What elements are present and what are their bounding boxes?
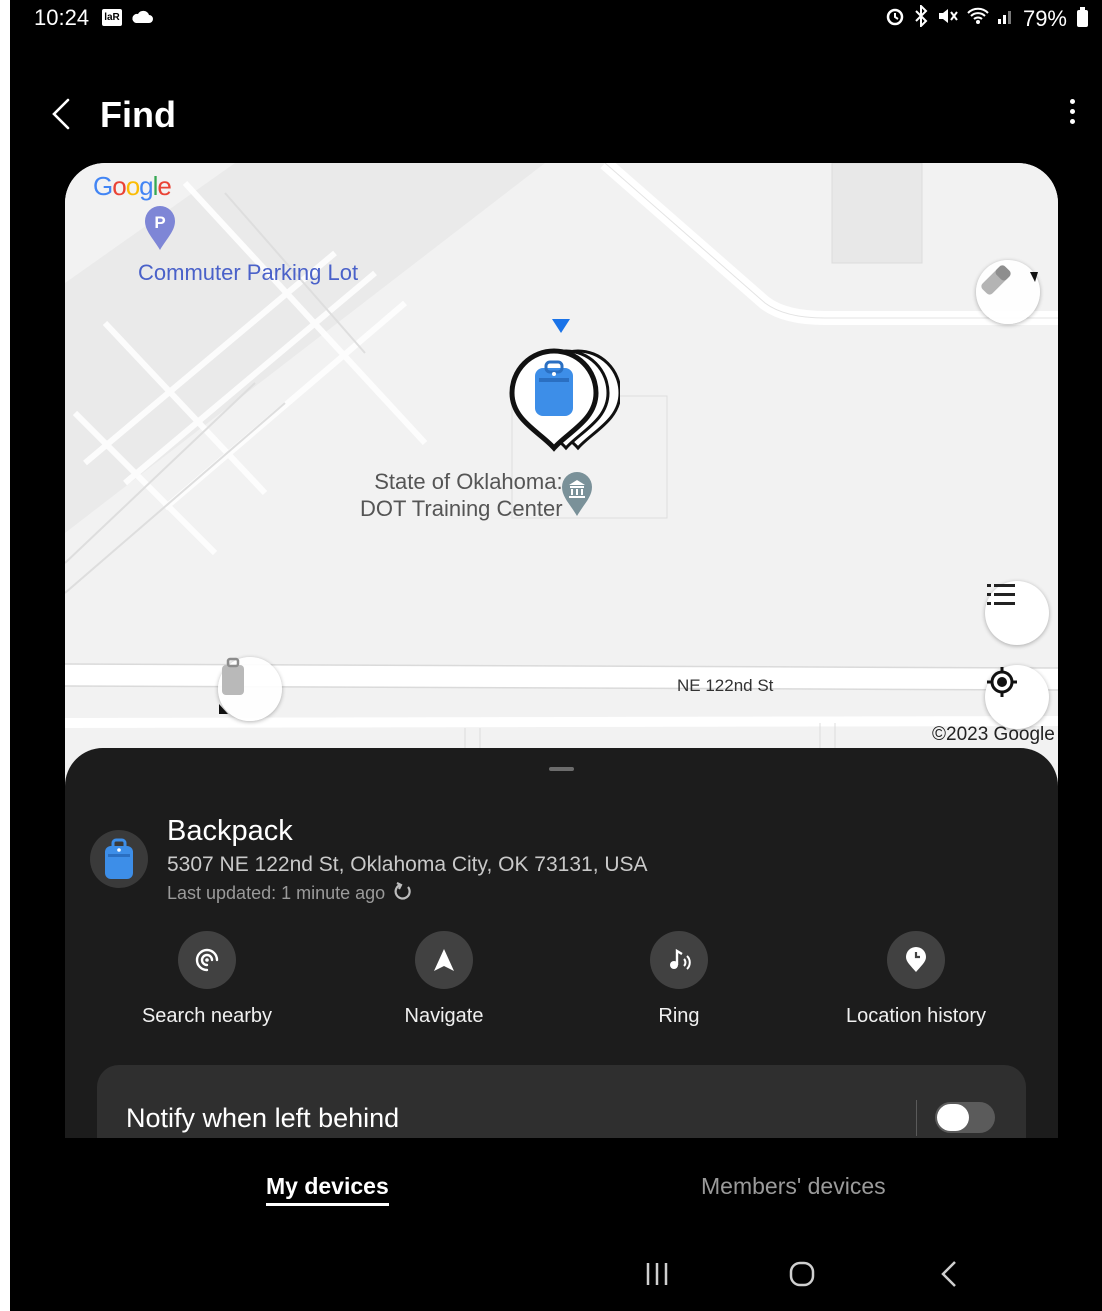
- navigate-label: Navigate: [404, 1005, 484, 1027]
- system-nav-bar: [10, 1250, 1102, 1300]
- tab-members-devices[interactable]: Members' devices: [701, 1173, 886, 1200]
- place-label: State of Oklahoma: DOT Training Center: [360, 468, 563, 522]
- wifi-icon: [967, 6, 989, 31]
- status-bar: 10:24 laR 79%: [10, 0, 1102, 38]
- google-logo: Google: [93, 171, 172, 201]
- battery-percent: 79%: [1022, 5, 1067, 31]
- place-label-line2: DOT Training Center: [360, 496, 563, 521]
- app-badge: laR: [102, 9, 122, 26]
- recent-apps-icon[interactable]: [643, 1260, 671, 1288]
- location-history-label: Location history: [845, 1005, 987, 1027]
- device-address: 5307 NE 122nd St, Oklahoma City, OK 7313…: [167, 853, 648, 876]
- mute-icon: [937, 6, 959, 31]
- notify-label: Notify when left behind: [126, 1103, 400, 1133]
- list-view-button[interactable]: [985, 581, 1049, 645]
- my-location-button[interactable]: [985, 665, 1049, 729]
- location-history-icon: [887, 931, 945, 989]
- search-nearby-icon: [178, 931, 236, 989]
- device-name: Backpack: [167, 815, 293, 847]
- marker-pointer-icon: [219, 704, 228, 714]
- divider: [916, 1100, 917, 1136]
- ring-button[interactable]: Ring: [561, 931, 797, 1028]
- cloud-icon: [130, 8, 154, 31]
- street-label: NE 122nd St: [677, 676, 774, 695]
- navigate-icon: [415, 931, 473, 989]
- tab-my-devices[interactable]: My devices: [266, 1173, 389, 1206]
- bluetooth-icon: [913, 3, 929, 32]
- place-label-line1: State of Oklahoma:: [374, 469, 563, 494]
- map-roads: [65, 163, 1058, 763]
- more-options-button[interactable]: [1066, 96, 1078, 132]
- phone-screen: 10:24 laR 79% Find Google P Commuter Par…: [10, 0, 1102, 1311]
- app-bar: Find: [10, 80, 1102, 150]
- parking-label: Commuter Parking Lot: [138, 260, 359, 285]
- status-time: 10:24: [34, 5, 90, 30]
- ring-icon: [650, 931, 708, 989]
- location-history-button[interactable]: Location history: [798, 931, 1034, 1028]
- navigate-button[interactable]: Navigate: [326, 931, 562, 1028]
- map-copyright: ©2023 Google: [932, 724, 1055, 745]
- notify-left-behind-row[interactable]: Notify when left behind: [97, 1065, 1026, 1138]
- my-location-icon: [987, 667, 1017, 697]
- signal-icon: [997, 7, 1015, 30]
- luggage-icon: [222, 657, 244, 695]
- map-card: Google P Commuter Parking Lot State of O…: [65, 163, 1058, 1138]
- sheet-drag-handle[interactable]: [549, 767, 574, 771]
- chevron-left-icon: [52, 98, 70, 130]
- search-nearby-label: Search nearby: [141, 1005, 273, 1027]
- refresh-icon[interactable]: [393, 882, 413, 902]
- backpack-icon: [105, 838, 133, 879]
- tag-marker[interactable]: [976, 260, 1040, 324]
- page-title: Find: [100, 94, 176, 135]
- nav-back-icon[interactable]: [936, 1260, 964, 1288]
- toggle-knob: [937, 1104, 969, 1131]
- back-button[interactable]: [44, 94, 84, 134]
- notify-toggle[interactable]: [935, 1102, 995, 1133]
- battery-icon: [1077, 7, 1088, 27]
- action-row: Search nearby Navigate Ring Location his…: [65, 931, 1058, 1031]
- device-avatar: [90, 830, 148, 888]
- list-icon: [987, 584, 1015, 605]
- bottom-tabs: My devices Members' devices: [10, 1140, 1102, 1210]
- last-updated-text: Last updated: 1 minute ago: [167, 883, 386, 903]
- status-icons: 79%: [885, 3, 1088, 32]
- last-updated: Last updated: 1 minute ago: [167, 882, 413, 904]
- device-bottom-sheet[interactable]: Backpack 5307 NE 122nd St, Oklahoma City…: [65, 748, 1058, 1138]
- svg-text:P: P: [154, 213, 165, 232]
- alarm-icon: [885, 6, 905, 31]
- map-view[interactable]: Google P Commuter Parking Lot State of O…: [65, 163, 1058, 763]
- direction-indicator-icon: [552, 319, 570, 333]
- tag-icon: [981, 265, 1011, 295]
- ring-label: Ring: [658, 1005, 700, 1027]
- search-nearby-button[interactable]: Search nearby: [89, 931, 325, 1028]
- tag-pointer-icon: [1030, 272, 1038, 282]
- home-icon[interactable]: [788, 1260, 816, 1288]
